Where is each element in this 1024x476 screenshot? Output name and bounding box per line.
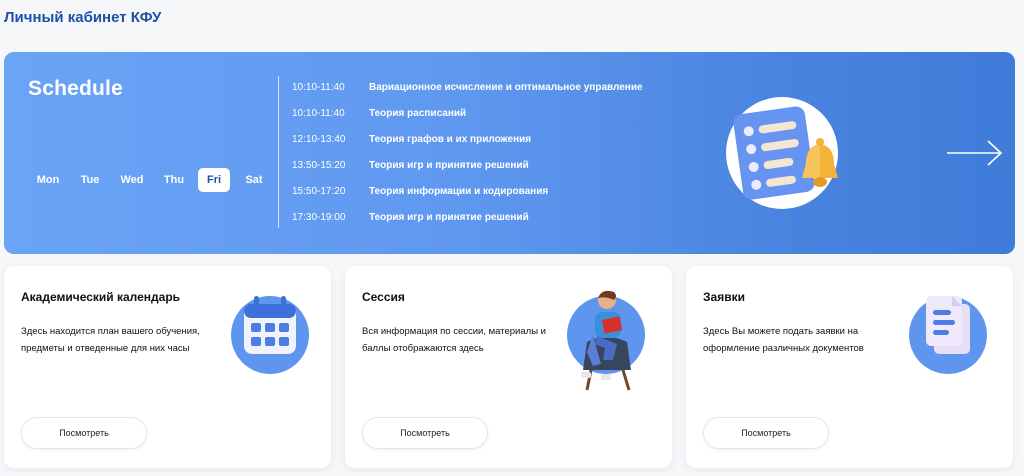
lesson-subject: Теория расписаний <box>369 108 467 119</box>
calendar-icon <box>244 296 296 354</box>
day-tab-wed[interactable]: Wed <box>112 168 152 192</box>
schedule-banner: Schedule Mon Tue Wed Thu Fri Sat 10:10-1… <box>4 52 1015 254</box>
view-applications-button[interactable]: Посмотреть <box>703 417 829 449</box>
card-title: Академический календарь <box>21 290 181 304</box>
lesson-subject: Теория графов и их приложения <box>369 134 532 145</box>
lesson-item: 15:50-17:20 Теория информации и кодирова… <box>292 186 643 212</box>
lesson-subject: Теория информации и кодирования <box>369 186 549 197</box>
lesson-subject: Вариационное исчисление и оптимальное уп… <box>369 82 643 93</box>
applications-card: Заявки Здесь Вы можете подать заявки на … <box>686 266 1013 468</box>
lesson-item: 10:10-11:40 Вариационное исчисление и оп… <box>292 82 643 108</box>
session-card: Сессия Вся информация по сессии, материа… <box>345 266 672 468</box>
schedule-divider <box>278 76 279 228</box>
card-description: Здесь находится план вашего обучения, пр… <box>21 326 200 354</box>
lesson-time: 10:10-11:40 <box>292 82 345 93</box>
lesson-subject: Теория игр и принятие решений <box>369 212 529 223</box>
page-title: Личный кабинет КФУ <box>4 9 162 26</box>
lesson-item: 10:10-11:40 Теория расписаний <box>292 108 643 134</box>
day-tab-fri[interactable]: Fri <box>198 168 230 192</box>
lesson-time: 13:50-15:20 <box>292 160 346 171</box>
card-title: Сессия <box>362 290 405 304</box>
card-title: Заявки <box>703 290 745 304</box>
lesson-time: 10:10-11:40 <box>292 108 345 119</box>
card-description: Вся информация по сессии, материалы и ба… <box>362 326 546 354</box>
day-tab-tue[interactable]: Tue <box>70 168 110 192</box>
next-arrow-icon[interactable] <box>946 138 1004 168</box>
day-tab-thu[interactable]: Thu <box>154 168 194 192</box>
day-tab-sat[interactable]: Sat <box>234 168 274 192</box>
day-tab-mon[interactable]: Mon <box>28 168 68 192</box>
lesson-subject: Теория игр и принятие решений <box>369 160 529 171</box>
lesson-item: 12:10-13:40 Теория графов и их приложени… <box>292 134 643 160</box>
card-description: Здесь Вы можете подать заявки на оформле… <box>703 326 864 354</box>
lesson-list: 10:10-11:40 Вариационное исчисление и оп… <box>292 82 643 238</box>
documents-icon <box>926 296 970 354</box>
schedule-title: Schedule <box>28 77 123 100</box>
day-selector: Mon Tue Wed Thu Fri Sat <box>28 168 274 192</box>
schedule-list-bell-icon <box>733 106 838 200</box>
lesson-item: 13:50-15:20 Теория игр и принятие решени… <box>292 160 643 186</box>
lesson-item: 17:30-19:00 Теория игр и принятие решени… <box>292 212 643 238</box>
view-session-button[interactable]: Посмотреть <box>362 417 488 449</box>
lesson-time: 17:30-19:00 <box>292 212 346 223</box>
academic-calendar-card: Академический календарь Здесь находится … <box>4 266 331 468</box>
view-calendar-button[interactable]: Посмотреть <box>21 417 147 449</box>
lesson-time: 12:10-13:40 <box>292 134 346 145</box>
student-reading-icon <box>581 290 631 391</box>
lesson-time: 15:50-17:20 <box>292 186 346 197</box>
